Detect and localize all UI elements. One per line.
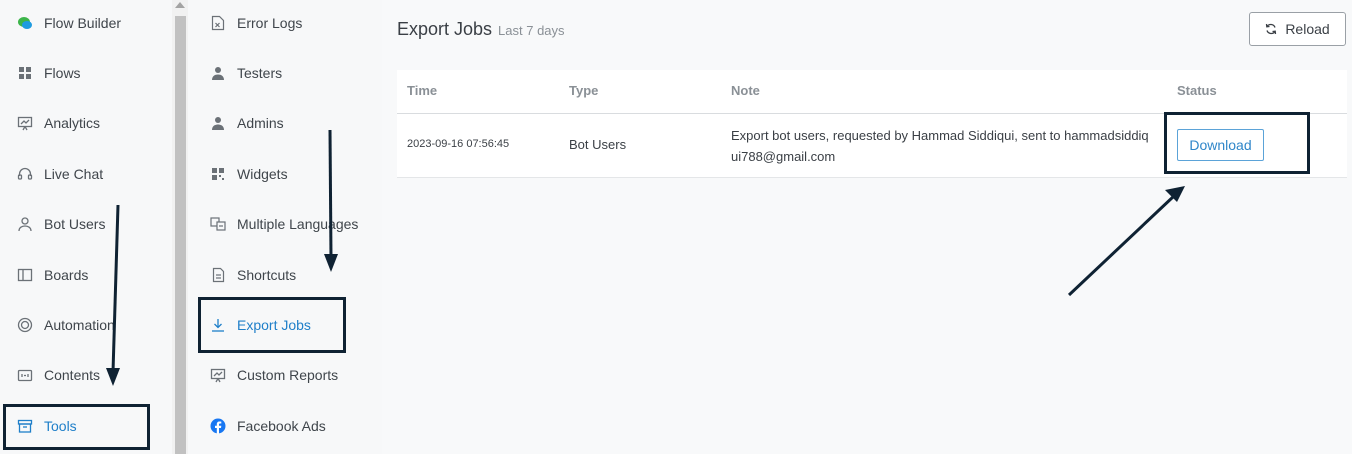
annotation-highlight-download [1164, 112, 1310, 174]
nav-bot-users[interactable]: Bot Users [0, 199, 172, 249]
columns-icon [17, 267, 33, 283]
column-header-time: Time [407, 83, 438, 98]
primary-sidebar: Flow Builder Flows Analytics Live Chat B… [0, 0, 172, 454]
subnav-label: Facebook Ads [237, 418, 326, 434]
headset-icon [17, 166, 33, 182]
scroll-up-arrow-icon[interactable] [175, 2, 185, 8]
reload-label: Reload [1285, 21, 1330, 37]
nav-label: Automation [44, 317, 115, 333]
reload-button[interactable]: Reload [1249, 12, 1346, 46]
cell-note: Export bot users, requested by Hammad Si… [731, 125, 1161, 167]
column-header-status: Status [1177, 83, 1217, 98]
presentation-chart-icon [17, 115, 33, 131]
subnav-error-logs[interactable]: Error Logs [188, 0, 382, 48]
page-title: Export Jobs Last 7 days [397, 19, 565, 40]
subnav-admins[interactable]: Admins [188, 98, 382, 148]
column-header-type: Type [569, 83, 599, 98]
chat-bubble-icon [17, 15, 33, 31]
subnav-label: Multiple Languages [237, 216, 359, 232]
nav-live-chat[interactable]: Live Chat [0, 149, 172, 199]
refresh-icon [1266, 23, 1277, 35]
translate-icon [210, 216, 226, 232]
tools-subnav: Error Logs Testers Admins Widgets Multip… [188, 0, 382, 454]
document-icon [210, 267, 226, 283]
nav-label: Bot Users [44, 216, 106, 232]
subnav-testers[interactable]: Testers [188, 48, 382, 98]
note-line: ui788@gmail.com [731, 149, 836, 164]
cell-time: 2023-09-16 07:56:45 [407, 138, 510, 150]
nav-label: Boards [44, 267, 89, 283]
page-subtitle: Last 7 days [498, 23, 565, 38]
nav-label: Contents [44, 367, 101, 383]
subnav-label: Shortcuts [237, 267, 297, 283]
main-content: Export Jobs Last 7 days Reload Time Type … [382, 0, 1352, 454]
nav-flow-builder[interactable]: Flow Builder [0, 0, 172, 48]
error-file-icon [210, 15, 226, 31]
subnav-label: Custom Reports [237, 367, 339, 383]
row-divider [397, 177, 1347, 178]
person-icon [210, 115, 226, 131]
nav-boards[interactable]: Boards [0, 250, 172, 300]
person-icon [210, 65, 226, 81]
annotation-highlight-export-jobs [198, 297, 346, 353]
qr-code-icon [210, 166, 226, 182]
presentation-chart-icon [210, 367, 226, 383]
note-line: Export bot users, requested by Hammad Si… [731, 128, 1149, 143]
column-header-note: Note [731, 83, 760, 98]
target-icon [17, 317, 33, 333]
sidebar-scrollbar-thumb[interactable] [175, 16, 186, 454]
subnav-custom-reports[interactable]: Custom Reports [188, 350, 382, 400]
grid-icon [17, 65, 33, 81]
subnav-shortcuts[interactable]: Shortcuts [188, 250, 382, 300]
subnav-label: Testers [237, 65, 283, 81]
nav-label: Live Chat [44, 166, 104, 182]
subnav-facebook-ads[interactable]: Facebook Ads [188, 401, 382, 451]
page-title-text: Export Jobs [397, 19, 493, 39]
nav-analytics[interactable]: Analytics [0, 98, 172, 148]
nav-automation[interactable]: Automation [0, 300, 172, 350]
user-icon [17, 216, 33, 232]
subnav-label: Error Logs [237, 15, 303, 31]
facebook-icon [210, 418, 226, 434]
subnav-multiple-languages[interactable]: Multiple Languages [188, 199, 382, 249]
cell-type: Bot Users [569, 137, 627, 152]
subnav-widgets[interactable]: Widgets [188, 149, 382, 199]
nav-flows[interactable]: Flows [0, 48, 172, 98]
calendar-icon [17, 367, 33, 383]
subnav-label: Admins [237, 115, 284, 131]
annotation-highlight-tools [3, 404, 150, 450]
subnav-label: Widgets [237, 166, 288, 182]
nav-label: Flow Builder [44, 15, 122, 31]
nav-contents[interactable]: Contents [0, 350, 172, 400]
nav-label: Flows [44, 65, 81, 81]
nav-label: Analytics [44, 115, 101, 131]
